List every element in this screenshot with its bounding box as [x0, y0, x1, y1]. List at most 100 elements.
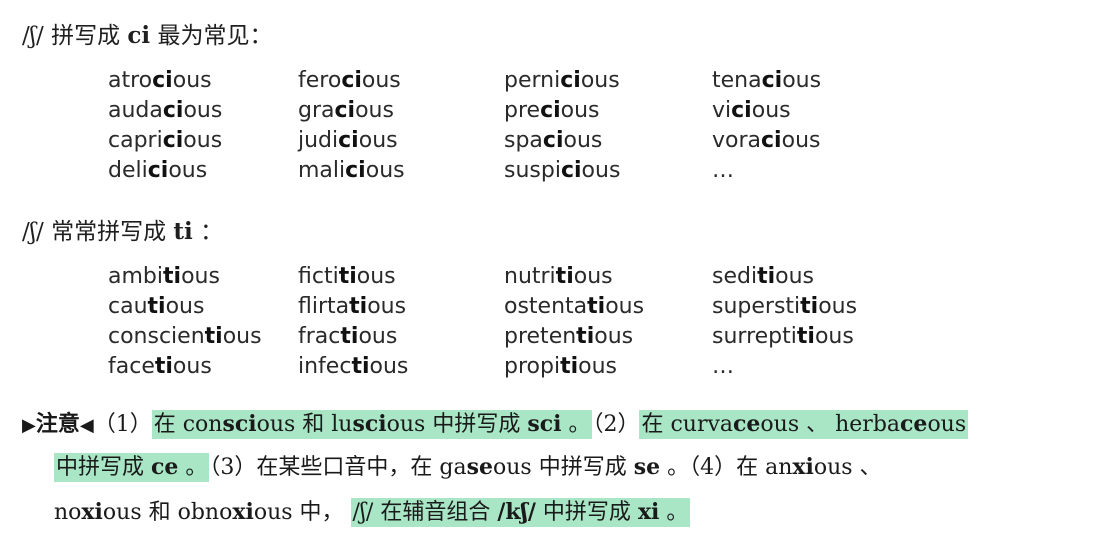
word-part: perni: [504, 68, 561, 93]
word: suspicious: [504, 158, 620, 183]
ipa-symbol: /ʃ/: [22, 23, 44, 49]
word-part: ous: [356, 264, 396, 289]
highlight-sci: 在 conscious 和 luscious 中拼写成 sci 。: [151, 410, 593, 439]
spelling-highlight: ti: [796, 324, 815, 349]
word-part: vi: [712, 98, 732, 123]
text: ous 、: [813, 455, 882, 480]
spelling-highlight: ti: [154, 354, 173, 379]
word-part: ous: [172, 354, 212, 379]
point-number: （3）: [209, 455, 257, 480]
word: fractious: [298, 324, 397, 349]
spelling-highlight: ci: [338, 128, 359, 153]
triangle-left-icon: ◀: [79, 415, 94, 436]
text: ous 中，: [253, 500, 344, 525]
word-part: ous: [573, 264, 613, 289]
word: fictitious: [298, 264, 396, 289]
word-part: ous: [605, 294, 645, 319]
word-part: atro: [108, 68, 153, 93]
word: malicious: [298, 158, 405, 183]
word: pernicious: [504, 68, 620, 93]
word-part: ous: [580, 68, 620, 93]
word-part: ficti: [298, 264, 339, 289]
highlight-xi: /ʃ/ 在辅音组合 /kʃ/ 中拼写成 xi 。: [350, 498, 691, 527]
text: 中拼写成: [56, 455, 151, 480]
bold-text: xi: [637, 499, 660, 525]
word: surreptitious: [712, 324, 854, 349]
word: atrocious: [108, 68, 212, 93]
heading-label: 常常拼写成: [51, 219, 167, 245]
text: 。: [659, 500, 689, 525]
word-part: ous: [365, 158, 405, 183]
spelling-highlight: ci: [540, 98, 561, 123]
text: ous 中拼写成: [386, 412, 528, 437]
word: ostentatious: [504, 294, 644, 319]
word-part: ous: [581, 158, 621, 183]
word: flirtatious: [298, 294, 406, 319]
text: 在 an: [736, 455, 793, 480]
word: seditious: [712, 264, 814, 289]
spelling-highlight: ti: [163, 264, 182, 289]
word-part: ous: [168, 158, 208, 183]
word-part: ous: [361, 68, 401, 93]
word-part: ous: [560, 98, 600, 123]
word-part: ous: [367, 294, 407, 319]
spelling-highlight: ti: [555, 264, 574, 289]
word-part: sedi: [712, 264, 758, 289]
word-part: frac: [298, 324, 341, 349]
word: conscientious: [108, 324, 262, 349]
note-title: 注意: [35, 411, 80, 437]
spelling-highlight: ci: [334, 98, 356, 123]
word: facetious: [108, 354, 212, 379]
word: audacious: [108, 98, 222, 123]
word-part: ous: [222, 324, 262, 349]
word-part: auda: [108, 98, 163, 123]
word-part: ous: [818, 294, 858, 319]
word: ferocious: [298, 68, 401, 93]
text: 。: [178, 455, 208, 480]
heading-suffix: 最为常见：: [157, 23, 273, 49]
spelling-highlight: ti: [349, 294, 368, 319]
spelling-highlight: ci: [341, 68, 362, 93]
word: infectious: [298, 354, 408, 379]
spelling-pattern: ci: [127, 22, 151, 49]
text: 在 con: [153, 412, 223, 437]
word: …: [712, 354, 734, 379]
word: …: [712, 158, 734, 183]
bold-text: sci: [222, 411, 257, 437]
spelling-highlight: ci: [560, 68, 581, 93]
triangle-right-icon: ▶: [22, 415, 36, 436]
highlight-ce-part1: 在 curvaceous 、 herbaceous: [639, 410, 969, 439]
bold-text: ce: [151, 454, 179, 480]
spelling-highlight: ti: [800, 294, 819, 319]
bold-text: ce: [733, 411, 761, 437]
spelling-highlight: ci: [162, 98, 184, 123]
word-part: ous: [578, 354, 618, 379]
point-number: （4）: [689, 455, 737, 480]
word: precious: [504, 98, 600, 123]
spelling-highlight: ti: [757, 264, 776, 289]
section2-heading: /ʃ/ 常常拼写成 ti ：: [22, 212, 223, 246]
spelling-highlight: ti: [204, 324, 223, 349]
word-part: ous: [369, 354, 409, 379]
bold-text: /kʃ/: [497, 499, 536, 525]
spelling-highlight: ti: [147, 294, 166, 319]
word: nutritious: [504, 264, 613, 289]
word-part: face: [108, 354, 155, 379]
note-line-3: noxious 和 obnoxious 中， /ʃ/ 在辅音组合 /kʃ/ 中拼…: [54, 492, 691, 532]
word-part: pre: [504, 98, 541, 123]
word: judicious: [298, 128, 398, 153]
word-part: fero: [298, 68, 342, 93]
word-part: ous: [775, 264, 815, 289]
word-part: gra: [298, 98, 335, 123]
word-part: nutri: [504, 264, 556, 289]
word-part: cau: [108, 294, 148, 319]
bold-text: sci: [527, 411, 562, 437]
word-part: ostenta: [504, 294, 588, 319]
point-number: （1）: [93, 412, 152, 437]
word: voracious: [712, 128, 820, 153]
word-part: spa: [504, 128, 543, 153]
word-part: ous: [358, 324, 398, 349]
word-part: mali: [298, 158, 346, 183]
word: superstitious: [712, 294, 857, 319]
word-part: ous: [782, 68, 822, 93]
